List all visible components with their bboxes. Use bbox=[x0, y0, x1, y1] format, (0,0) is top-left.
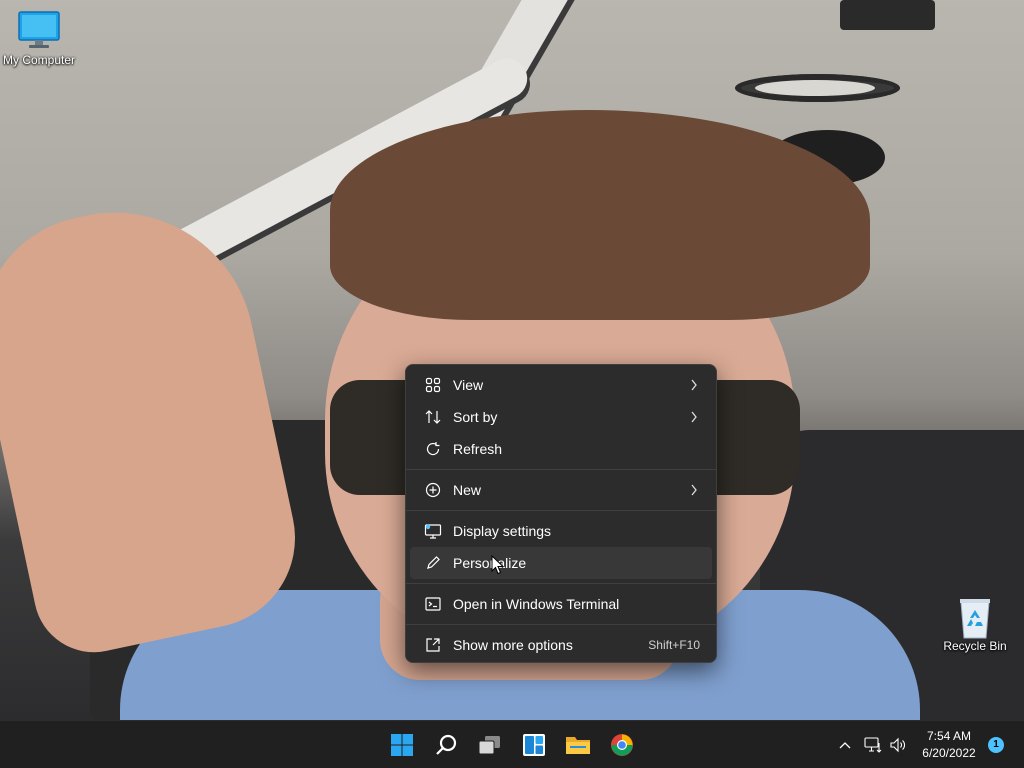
taskbar-clock[interactable]: 7:54 AM 6/20/2022 bbox=[914, 728, 984, 762]
menu-item-new[interactable]: New bbox=[410, 474, 712, 506]
terminal-icon bbox=[424, 595, 442, 613]
menu-item-personalize[interactable]: Personalize bbox=[410, 547, 712, 579]
chevron-right-icon bbox=[688, 379, 700, 391]
wallpaper-detail bbox=[840, 0, 935, 30]
menu-item-label: View bbox=[453, 377, 484, 393]
menu-item-label: Sort by bbox=[453, 409, 498, 425]
chrome-button[interactable] bbox=[604, 727, 640, 763]
search-icon bbox=[436, 734, 457, 755]
mouse-cursor-icon bbox=[491, 554, 505, 575]
menu-item-shortcut: Shift+F10 bbox=[648, 638, 700, 652]
refresh-icon bbox=[424, 440, 442, 458]
menu-item-show-more-options[interactable]: Show more options Shift+F10 bbox=[410, 629, 712, 661]
wallpaper-detail bbox=[755, 80, 875, 96]
desktop-icon-label: My Computer bbox=[2, 53, 76, 67]
wallpaper-detail bbox=[0, 186, 312, 664]
volume-button[interactable] bbox=[887, 735, 909, 755]
menu-separator bbox=[406, 510, 716, 511]
external-icon bbox=[424, 636, 442, 654]
file-explorer-button[interactable] bbox=[560, 727, 596, 763]
start-icon bbox=[391, 734, 413, 756]
search-button[interactable] bbox=[428, 727, 464, 763]
menu-item-label: Display settings bbox=[453, 523, 552, 539]
sort-icon bbox=[424, 408, 442, 426]
recycle-bin-icon bbox=[953, 596, 997, 639]
chevron-right-icon bbox=[688, 484, 700, 496]
menu-item-refresh[interactable]: Refresh bbox=[410, 433, 712, 465]
chevron-right-icon bbox=[688, 411, 700, 423]
menu-item-label: New bbox=[453, 482, 482, 498]
notification-badge[interactable]: 1 bbox=[988, 737, 1004, 753]
clock-date: 6/20/2022 bbox=[922, 746, 976, 760]
taskbar: 7:54 AM 6/20/2022 1 bbox=[0, 720, 1024, 768]
pen-icon bbox=[424, 554, 442, 572]
menu-item-label: Open in Windows Terminal bbox=[453, 596, 620, 612]
network-icon bbox=[864, 737, 882, 753]
chevron-up-icon bbox=[839, 742, 851, 749]
desktop-context-menu: View Sort by Refresh New Display setting… bbox=[405, 364, 717, 663]
menu-separator bbox=[406, 624, 716, 625]
volume-icon bbox=[890, 737, 905, 753]
menu-item-label: Show more options bbox=[453, 637, 573, 653]
start-button[interactable] bbox=[384, 727, 420, 763]
menu-item-view[interactable]: View bbox=[410, 369, 712, 401]
menu-item-sort-by[interactable]: Sort by bbox=[410, 401, 712, 433]
widgets-icon bbox=[523, 734, 545, 756]
display-icon bbox=[424, 522, 442, 540]
widgets-button[interactable] bbox=[516, 727, 552, 763]
task-view-icon bbox=[478, 736, 500, 755]
menu-item-open-terminal[interactable]: Open in Windows Terminal bbox=[410, 588, 712, 620]
plus-circle-icon bbox=[424, 481, 442, 499]
file-explorer-icon bbox=[566, 737, 590, 754]
network-button[interactable] bbox=[862, 735, 884, 755]
grid-icon bbox=[424, 376, 442, 394]
desktop-icon-my-computer[interactable]: My Computer bbox=[0, 10, 81, 67]
menu-item-display-settings[interactable]: Display settings bbox=[410, 515, 712, 547]
menu-separator bbox=[406, 583, 716, 584]
desktop-icon-recycle-bin[interactable]: Recycle Bin bbox=[933, 596, 1017, 653]
show-hidden-icons-button[interactable] bbox=[834, 735, 856, 755]
menu-item-label: Refresh bbox=[453, 441, 503, 457]
clock-time: 7:54 AM bbox=[926, 729, 972, 743]
menu-separator bbox=[406, 469, 716, 470]
monitor-icon bbox=[17, 10, 61, 50]
task-view-button[interactable] bbox=[472, 727, 508, 763]
desktop-icon-label: Recycle Bin bbox=[943, 639, 1007, 653]
chrome-icon bbox=[611, 734, 633, 756]
